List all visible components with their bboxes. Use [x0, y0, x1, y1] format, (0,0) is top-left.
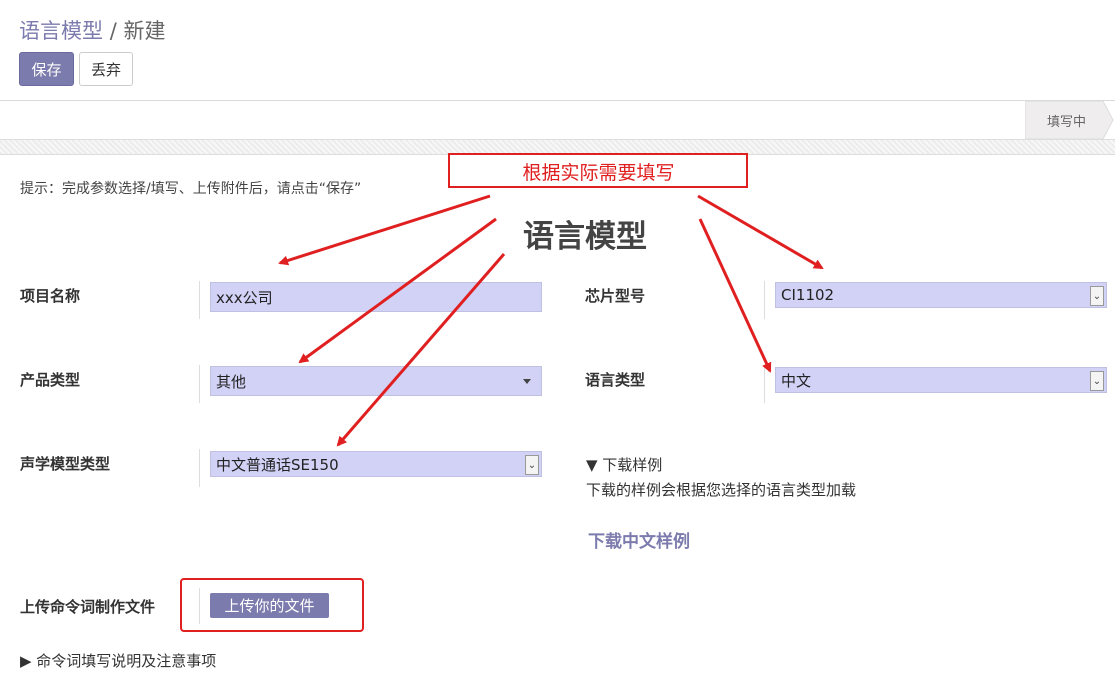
download-chinese-sample-link[interactable]: 下载中文样例	[588, 527, 690, 552]
divider	[199, 449, 200, 487]
status-bar: 填写中	[0, 101, 1115, 140]
divider	[199, 365, 200, 403]
form-title: 语言模型	[523, 219, 647, 255]
product-type-label: 产品类型	[20, 371, 81, 389]
download-sample-toggle[interactable]: ▼ 下载样例	[586, 454, 662, 475]
chip-model-value: CI1102	[781, 286, 835, 304]
acoustic-model-type-select[interactable]: 中文普通话SE150 ⌄	[210, 451, 542, 477]
sheet-background	[0, 140, 1115, 155]
divider	[199, 281, 200, 319]
language-type-label: 语言类型	[585, 371, 646, 389]
download-sample-note: 下载的样例会根据您选择的语言类型加载	[586, 481, 857, 499]
chip-model-select[interactable]: CI1102 ⌄	[775, 282, 1107, 308]
breadcrumb-parent-link[interactable]: 语言模型	[19, 19, 103, 43]
annotation-callout-text: 根据实际需要填写	[522, 161, 675, 184]
project-name-input[interactable]: xxx公司	[210, 282, 542, 312]
project-name-value: xxx公司	[216, 288, 273, 307]
acoustic-model-type-label: 声学模型类型	[20, 455, 111, 473]
breadcrumb: 语言模型 / 新建	[19, 15, 165, 45]
chevron-down-icon[interactable]: ⌄	[525, 455, 539, 475]
top-bar: 语言模型 / 新建 保存 丢弃	[0, 0, 1115, 101]
save-button[interactable]: 保存	[19, 52, 74, 86]
discard-button[interactable]: 丢弃	[79, 52, 133, 86]
upload-file-button[interactable]: 上传你的文件	[210, 593, 329, 618]
upload-label: 上传命令词制作文件	[20, 598, 156, 616]
product-type-value: 其他	[216, 372, 247, 391]
form-hint: 提示：完成参数选择/填写、上传附件后，请点击“保存”	[20, 181, 362, 197]
chip-model-label: 芯片型号	[585, 287, 646, 305]
language-type-select[interactable]: 中文 ⌄	[775, 367, 1107, 393]
product-type-select[interactable]: 其他	[210, 366, 542, 396]
breadcrumb-current: 新建	[123, 19, 166, 43]
status-stage-label: 填写中	[1046, 115, 1086, 130]
caret-down-icon[interactable]	[523, 379, 531, 384]
acoustic-model-type-value: 中文普通话SE150	[216, 455, 339, 474]
project-name-label: 项目名称	[20, 287, 81, 305]
language-type-value: 中文	[781, 371, 812, 390]
chevron-down-icon[interactable]: ⌄	[1090, 371, 1104, 391]
divider	[199, 588, 200, 624]
divider	[764, 365, 765, 403]
chevron-down-icon[interactable]: ⌄	[1090, 286, 1104, 306]
divider	[764, 281, 765, 319]
breadcrumb-separator: /	[109, 19, 117, 43]
instructions-toggle[interactable]: ▶ 命令词填写说明及注意事项	[20, 650, 216, 671]
